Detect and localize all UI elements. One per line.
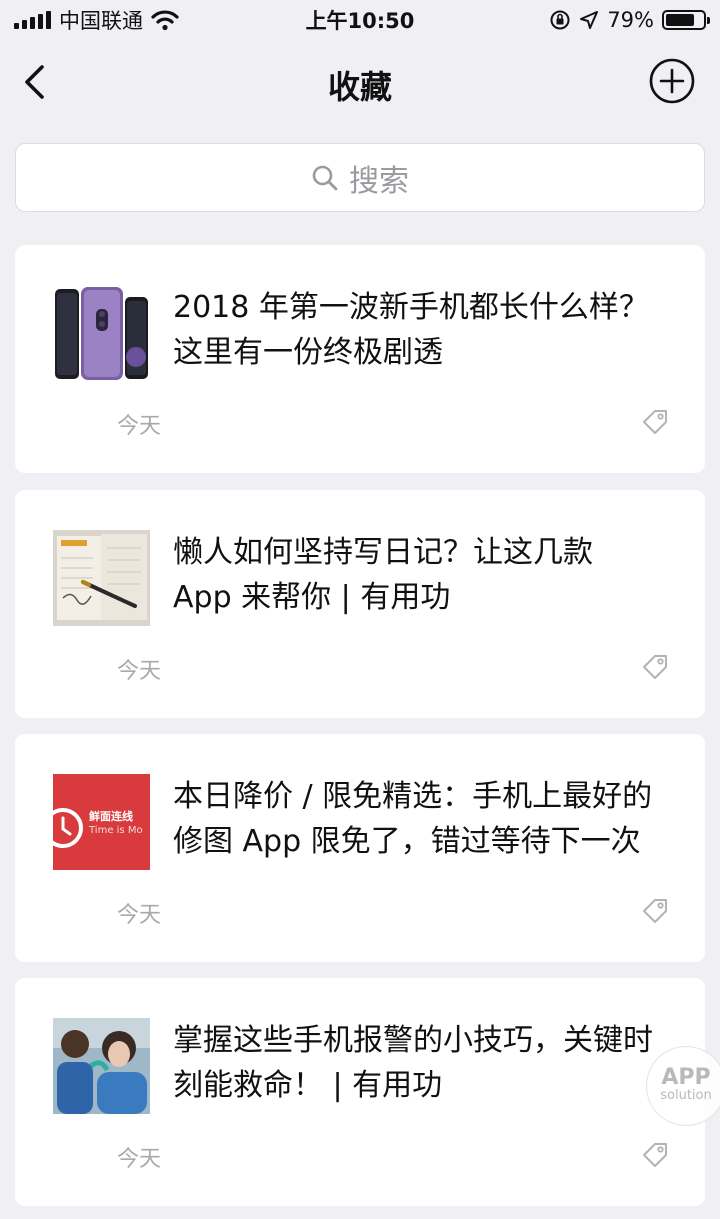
favorite-item[interactable]: 掌握这些手机报警的小技巧，关键时刻能救命！ | 有用功 今天	[15, 978, 705, 1206]
item-thumbnail-phone	[53, 285, 150, 381]
orientation-lock-icon	[550, 10, 570, 30]
watermark-line2: solution	[660, 1088, 712, 1103]
item-date: 今天	[117, 1147, 162, 1172]
tag-icon[interactable]	[641, 407, 669, 435]
battery-percent: 79%	[607, 8, 654, 32]
tag-icon[interactable]	[641, 1140, 669, 1168]
tag-icon[interactable]	[641, 652, 669, 680]
item-thumbnail-people	[53, 1018, 150, 1114]
wifi-icon	[151, 10, 179, 31]
battery-icon	[662, 10, 710, 30]
item-date: 今天	[117, 414, 162, 439]
status-left: 中国联通	[14, 5, 179, 35]
carrier-label: 中国联通	[59, 9, 143, 33]
app-solution-watermark: APP solution	[646, 1046, 720, 1126]
item-thumbnail-clock: 鲜面连线 Time is Mo	[53, 774, 150, 870]
page-title: 收藏	[327, 68, 392, 106]
nav-bar: 收藏	[0, 40, 720, 124]
status-right: 79%	[549, 8, 710, 32]
favorite-item[interactable]: 鲜面连线 Time is Mo 本日降价 / 限免精选：手机上最好的修图 App…	[15, 734, 705, 962]
search-bar[interactable]: 搜索	[15, 143, 705, 212]
tag-icon[interactable]	[641, 896, 669, 924]
status-bar: 中国联通 上午10:50 79%	[0, 0, 720, 40]
search-icon	[312, 165, 338, 190]
watermark-line1: APP	[661, 1065, 711, 1090]
plus-circle-icon	[649, 58, 695, 104]
item-date: 今天	[117, 903, 162, 928]
item-title: 掌握这些手机报警的小技巧，关键时刻能救命！ | 有用功	[173, 1023, 653, 1103]
thumb-brand-text: 鲜面连线	[89, 810, 133, 823]
location-icon	[580, 11, 599, 29]
add-button[interactable]	[649, 58, 695, 104]
search-placeholder: 搜索	[349, 163, 409, 199]
item-date: 今天	[117, 659, 162, 684]
item-title: 本日降价 / 限免精选：手机上最好的修图 App 限免了，错过等待下一次	[173, 779, 653, 859]
favorite-item[interactable]: 2018 年第一波新手机都长什么样？这里有一份终极剧透 今天	[15, 245, 705, 473]
item-title: 2018 年第一波新手机都长什么样？这里有一份终极剧透	[173, 290, 649, 370]
battery-level	[666, 14, 695, 26]
signal-icon	[14, 11, 51, 29]
favorite-item[interactable]: 懒人如何坚持写日记？让这几款 App 来帮你 | 有用功 今天	[15, 490, 705, 718]
item-thumbnail-notebook	[53, 530, 150, 626]
item-title: 懒人如何坚持写日记？让这几款 App 来帮你 | 有用功	[173, 535, 593, 615]
thumb-brand-subtext: Time is Mo	[89, 825, 143, 836]
